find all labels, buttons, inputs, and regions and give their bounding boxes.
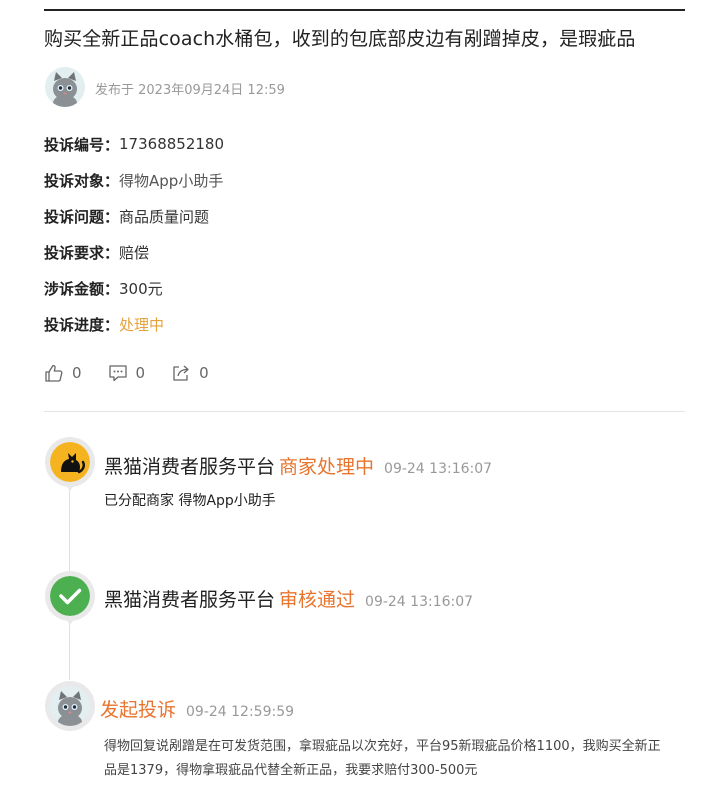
field-target: 投诉对象： 得物App小助手	[44, 162, 224, 198]
complaint-fields: 投诉编号： 17368852180 投诉对象： 得物App小助手 投诉问题： 商…	[44, 126, 224, 342]
badge-pointer	[63, 481, 77, 491]
black-cat-logo-icon	[50, 442, 90, 482]
user-avatar[interactable]	[45, 67, 85, 107]
field-request: 投诉要求： 赔偿	[44, 234, 224, 270]
field-label: 涉诉金额：	[44, 279, 120, 298]
timeline-badge	[45, 571, 95, 625]
share-icon	[173, 365, 189, 381]
field-label: 投诉问题：	[44, 207, 120, 226]
field-label: 投诉要求：	[44, 243, 120, 262]
comment-count: 0	[135, 364, 146, 382]
like-count: 0	[72, 364, 82, 382]
share-count: 0	[199, 364, 209, 382]
field-value: 商品质量问题	[119, 207, 210, 226]
timeline-time: 09-24 13:16:07	[365, 594, 474, 610]
share-button[interactable]: 0	[171, 363, 209, 383]
merchant-link[interactable]: 得物App小助手	[119, 170, 223, 191]
field-value: 300元	[119, 279, 163, 298]
timeline-status: 商家处理中	[279, 456, 375, 478]
field-complaint-id: 投诉编号： 17368852180	[44, 126, 224, 162]
timeline-actor: 黑猫消费者服务平台	[104, 589, 276, 611]
timeline-time: 09-24 13:16:07	[384, 461, 493, 477]
field-value: 赔偿	[119, 243, 150, 262]
timeline-status: 审核通过	[279, 589, 356, 611]
thumbs-up-icon	[45, 364, 63, 382]
timeline-item-header: 黑猫消费者服务平台 商家处理中 09-24 13:16:07	[104, 452, 492, 479]
timeline-item-header: 黑猫消费者服务平台 审核通过 09-24 13:16:07	[104, 585, 473, 612]
timeline-badge	[45, 437, 95, 491]
cat-avatar-icon	[45, 67, 85, 107]
field-value: 17368852180	[119, 135, 224, 153]
field-label: 投诉进度：	[44, 315, 120, 334]
timeline-time: 09-24 12:59:59	[186, 704, 295, 720]
field-label: 投诉对象：	[44, 171, 120, 190]
comment-button[interactable]: 0	[108, 363, 146, 383]
complaint-title: 购买全新正品coach水桶包，收到的包底部皮边有剐蹭掉皮，是瑕疵品	[44, 28, 636, 50]
timeline-item-header: 发起投诉 09-24 12:59:59	[100, 695, 294, 722]
field-issue: 投诉问题： 商品质量问题	[44, 198, 224, 234]
field-label: 投诉编号：	[44, 135, 120, 154]
timeline-detail: 得物回复说剐蹭是在可发货范围，拿瑕疵品以次充好，平台95新瑕疵品价格1100，我…	[104, 739, 661, 778]
field-amount: 涉诉金额： 300元	[44, 270, 224, 306]
like-button[interactable]: 0	[44, 363, 82, 383]
timeline-status: 发起投诉	[100, 699, 177, 721]
status-badge: 处理中	[119, 315, 165, 334]
comment-icon	[108, 365, 127, 382]
cat-avatar-icon	[50, 686, 90, 726]
top-rule	[44, 9, 685, 11]
timeline-detail: 已分配商家 得物App小助手	[104, 493, 276, 509]
badge-pointer	[63, 615, 77, 625]
timeline-actor: 黑猫消费者服务平台	[104, 456, 276, 478]
action-bar: 0 0 0	[44, 363, 235, 383]
check-icon	[50, 576, 90, 616]
post-date: 发布于 2023年09月24日 12:59	[95, 83, 285, 98]
field-progress: 投诉进度： 处理中	[44, 306, 224, 342]
timeline-badge	[45, 681, 95, 731]
divider	[44, 411, 685, 412]
